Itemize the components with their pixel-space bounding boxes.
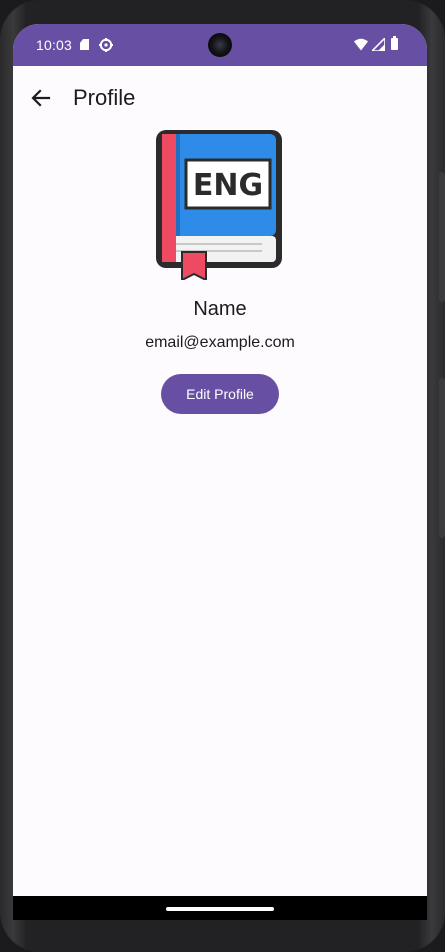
gear-icon (99, 38, 113, 52)
screen: 10:03 Profile ENG Name email@example.com… (13, 24, 427, 920)
device-frame: 10:03 Profile ENG Name email@example.com… (0, 0, 445, 952)
arrow-left-icon (31, 89, 51, 107)
volume-button (439, 172, 445, 302)
back-button[interactable] (25, 82, 57, 114)
profile-name: Name (193, 298, 247, 320)
power-button (439, 378, 445, 538)
battery-icon (391, 36, 398, 50)
front-camera (208, 33, 232, 57)
edit-profile-button[interactable]: Edit Profile (161, 374, 279, 414)
wifi-icon (354, 38, 368, 51)
top-app-bar: Profile (13, 66, 427, 130)
navigation-bar (13, 896, 427, 920)
profile-image: ENG (156, 130, 282, 280)
status-time: 10:03 (36, 37, 73, 53)
signal-icon (372, 38, 385, 51)
book-label-text: ENG (193, 168, 263, 203)
home-indicator[interactable] (166, 907, 274, 911)
status-bar: 10:03 (13, 24, 427, 66)
profile-email: email@example.com (145, 334, 295, 351)
page-title: Profile (73, 85, 136, 110)
sd-card-icon (80, 39, 89, 50)
